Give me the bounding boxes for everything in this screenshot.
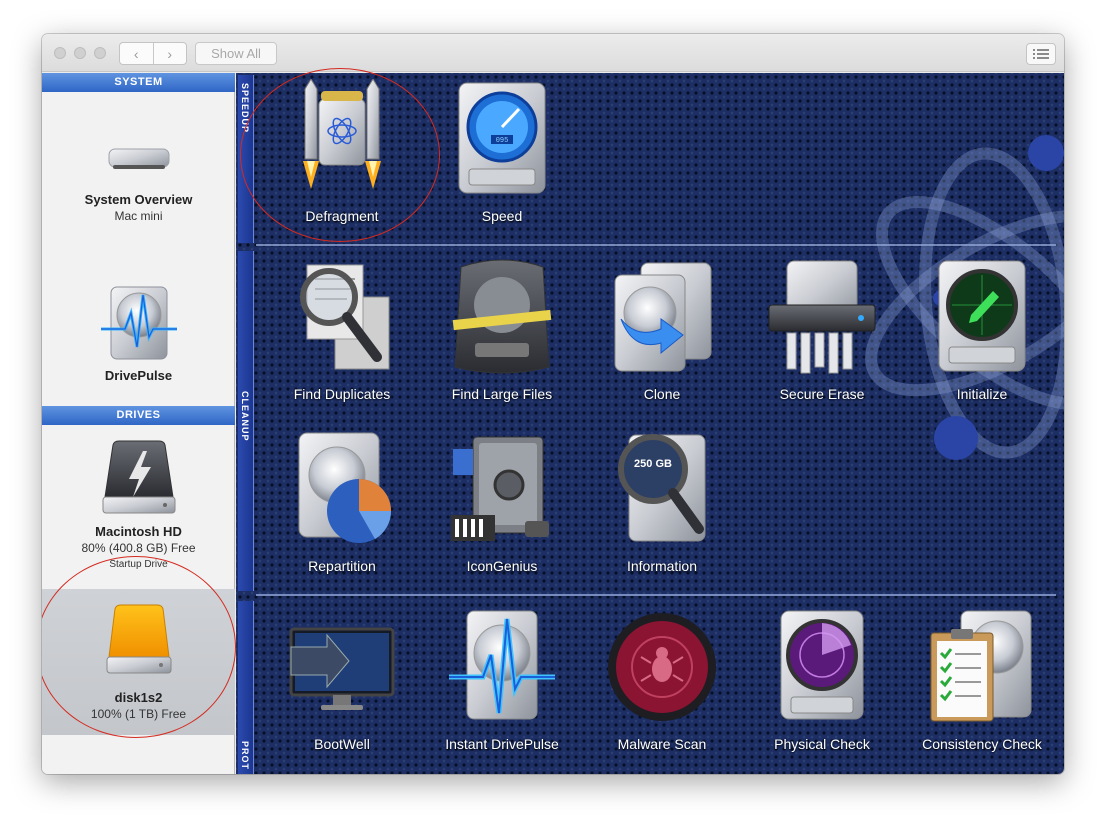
bootwell-label: BootWell: [314, 736, 370, 752]
instant-drivepulse-icon: [449, 610, 555, 720]
protect-label: PROT: [240, 741, 250, 771]
tool-secure-erase[interactable]: Secure Erase: [742, 257, 902, 402]
information-label: Information: [626, 558, 698, 574]
section-tab-cleanup: CLEANUP: [238, 251, 254, 591]
mac-mini-icon: [108, 148, 169, 169]
titlebar: ‹ › Show All: [42, 34, 1064, 72]
repartition-icon: [298, 432, 392, 543]
tool-icongenius[interactable]: IconGenius: [422, 429, 582, 574]
sidebar: SYSTEM System Overview Mac mini DrivePul…: [42, 73, 235, 774]
section-separator: [256, 594, 1056, 596]
tool-defragment[interactable]: Defragment: [262, 78, 422, 224]
section-separator: [256, 244, 1056, 246]
internal-drive-icon: [102, 440, 175, 514]
tool-bootwell[interactable]: BootWell: [262, 607, 422, 752]
clone-label: Clone: [643, 386, 681, 402]
repartition-label: Repartition: [308, 558, 376, 574]
defragment-label: Defragment: [305, 208, 379, 224]
bootwell-icon: [289, 627, 395, 710]
information-icon: 250 GB: [618, 434, 706, 542]
sidebar-item-system-overview[interactable]: System Overview Mac mini: [42, 113, 235, 263]
find-duplicates-icon: [300, 264, 390, 370]
malware-scan-label: Malware Scan: [617, 736, 707, 752]
malware-scan-icon: [608, 613, 716, 721]
find-duplicates-label: Find Duplicates: [293, 386, 391, 402]
tool-instant-drivepulse[interactable]: Instant DrivePulse: [422, 607, 582, 752]
tool-find-duplicates[interactable]: Find Duplicates: [262, 257, 422, 402]
speed-gauge-readout: 095: [496, 137, 509, 145]
icongenius-label: IconGenius: [466, 558, 538, 574]
chevron-right-icon: ›: [167, 45, 173, 62]
tool-information[interactable]: 250 GB Information: [582, 429, 742, 574]
show-all-button[interactable]: Show All: [195, 42, 277, 65]
physical-check-label: Physical Check: [774, 736, 870, 752]
section-tab-protect: PROT: [238, 601, 254, 774]
sidebar-item-drivepulse[interactable]: DrivePulse: [42, 283, 235, 393]
forward-button[interactable]: ›: [152, 43, 187, 64]
consistency-check-icon: [930, 610, 1032, 722]
speedup-label: SPEEDUP: [240, 83, 250, 134]
disk1s2-free: 100% (1 TB) Free: [90, 707, 187, 721]
startup-drive-label: Startup Drive: [109, 559, 168, 570]
sidebar-item-macintosh-hd[interactable]: Macintosh HD 80% (400.8 GB) Free Startup…: [42, 433, 235, 583]
external-drive-icon: [106, 604, 171, 674]
tool-malware-scan[interactable]: Malware Scan: [582, 607, 742, 752]
initialize-icon: [938, 260, 1026, 372]
secure-erase-icon: [768, 260, 876, 374]
find-large-files-icon: [452, 259, 552, 374]
tool-speed[interactable]: 095 Speed: [422, 79, 582, 224]
defragment-icon: [303, 78, 381, 189]
tool-initialize[interactable]: Initialize: [902, 257, 1062, 402]
macintosh-hd-free: 80% (400.8 GB) Free: [81, 541, 196, 555]
macintosh-hd-name: Macintosh HD: [95, 524, 182, 539]
tool-repartition[interactable]: Repartition: [262, 429, 422, 574]
speed-icon: 095: [458, 82, 546, 194]
list-view-button[interactable]: [1026, 43, 1056, 65]
instant-drivepulse-label: Instant DrivePulse: [445, 736, 559, 752]
minimize-button[interactable]: [74, 47, 86, 59]
tools-panel: SPEEDUP CLEANUP PROT Defragment 095 Spee…: [236, 73, 1064, 774]
speed-label: Speed: [481, 208, 523, 224]
zoom-button[interactable]: [94, 47, 106, 59]
information-disk-label: 250 GB: [634, 458, 672, 470]
tool-find-large-files[interactable]: Find Large Files: [422, 257, 582, 402]
tool-clone[interactable]: Clone: [582, 257, 742, 402]
drivepulse-icon: [100, 286, 177, 360]
system-header: SYSTEM: [42, 73, 235, 92]
chevron-left-icon: ‹: [133, 45, 139, 62]
find-large-files-label: Find Large Files: [451, 386, 553, 402]
physical-check-icon: [780, 610, 864, 720]
initialize-label: Initialize: [956, 386, 1008, 402]
tool-physical-check[interactable]: Physical Check: [742, 607, 902, 752]
system-overview-sub: Mac mini: [114, 209, 163, 223]
cleanup-label: CLEANUP: [240, 391, 250, 442]
sidebar-item-disk1s2[interactable]: disk1s2 100% (1 TB) Free: [42, 589, 235, 735]
disk1s2-name: disk1s2: [114, 690, 163, 705]
drivepulse-name: DrivePulse: [104, 368, 173, 383]
tool-consistency-check[interactable]: Consistency Check: [902, 607, 1062, 752]
history-nav: ‹ ›: [119, 42, 187, 65]
secure-erase-label: Secure Erase: [779, 386, 865, 402]
system-overview-name: System Overview: [84, 192, 193, 207]
preferences-window: ‹ › Show All SYSTEM System Overview Mac …: [42, 34, 1064, 774]
consistency-check-label: Consistency Check: [922, 736, 1042, 752]
section-tab-speedup: SPEEDUP: [238, 75, 254, 243]
clone-icon: [614, 262, 712, 372]
close-button[interactable]: [54, 47, 66, 59]
list-icon: [1033, 49, 1049, 59]
icongenius-icon: [451, 436, 549, 541]
drives-header: DRIVES: [42, 406, 235, 425]
back-button[interactable]: ‹: [120, 43, 153, 64]
